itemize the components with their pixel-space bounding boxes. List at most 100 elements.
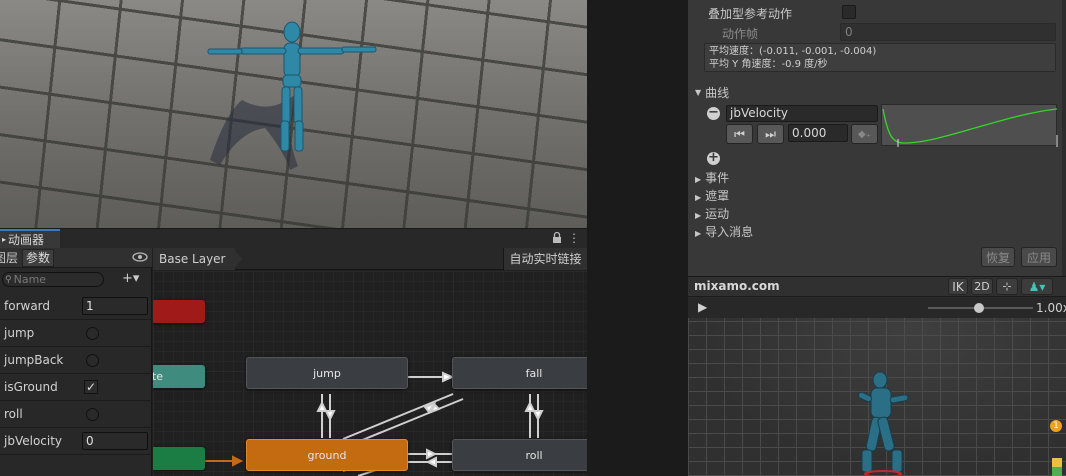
search-row: ⚲ Name +▾: [0, 269, 152, 291]
parameter-float-field[interactable]: 1: [82, 297, 148, 315]
parameter-float-field[interactable]: 0: [82, 432, 148, 450]
trigger-radio[interactable]: [86, 326, 99, 340]
parameter-row-jump[interactable]: jump: [0, 320, 152, 347]
add-curve-icon[interactable]: +: [707, 151, 720, 165]
2d-toggle[interactable]: 2D: [971, 278, 993, 295]
avg-angular-velocity-text: 平均 Y 角速度：-0.9 度/秒: [709, 59, 828, 70]
scene-view[interactable]: [0, 0, 587, 228]
parameter-name: jump: [4, 326, 35, 340]
add-key-button[interactable]: ◆₊: [851, 124, 878, 144]
graph-toolbar: Base Layer 自动实时链接: [153, 248, 587, 270]
empty-panel-strip: [587, 0, 688, 476]
events-label: 事件: [705, 171, 730, 185]
character-model: [207, 21, 377, 152]
motion-label: 运动: [705, 207, 730, 221]
parameter-row-roll[interactable]: roll: [0, 401, 152, 428]
preview-title: mixamo.com: [694, 279, 780, 293]
parameter-name: roll: [4, 407, 23, 421]
foldout-closed-icon: ▶: [695, 229, 702, 238]
search-input[interactable]: Name: [14, 273, 46, 286]
pivot-icon[interactable]: ⊹: [996, 278, 1018, 295]
parameter-name: jbVelocity: [4, 434, 63, 448]
inspector-scrollbar[interactable]: [1062, 0, 1066, 276]
revert-button[interactable]: 恢复: [981, 247, 1015, 267]
parameter-row-jbvelocity[interactable]: jbVelocity 0: [0, 428, 152, 455]
animator-tab-icon: ▸: [2, 235, 7, 244]
parameter-list: forward 1 jump jumpBack isGround ✓ roll …: [0, 293, 152, 455]
foldout-closed-icon: ▶: [695, 211, 702, 220]
entry-state-node[interactable]: [153, 447, 205, 470]
state-node-fall[interactable]: fall: [452, 357, 587, 389]
kebab-menu-icon[interactable]: ⋮: [568, 230, 580, 246]
add-key-icon: ◆₊: [858, 128, 871, 140]
animator-tab[interactable]: ▸ 动画器: [0, 229, 60, 248]
curve-name-field[interactable]: jbVelocity: [726, 105, 878, 122]
breadcrumb-arrow-icon: [233, 248, 242, 270]
import-messages-label: 导入消息: [705, 225, 754, 239]
parameter-row-forward[interactable]: forward 1: [0, 293, 152, 320]
bool-checkbox[interactable]: ✓: [84, 380, 98, 394]
mask-foldout[interactable]: ▶ 遮罩: [695, 187, 729, 204]
foldout-open-icon: ▼: [695, 88, 702, 97]
previous-key-icon: ⏮: [734, 126, 745, 141]
exit-state-node[interactable]: [153, 300, 205, 323]
next-key-button[interactable]: ⏭: [757, 124, 784, 144]
state-label: fall: [525, 366, 543, 380]
breadcrumb[interactable]: Base Layer: [153, 248, 235, 270]
state-label: jump: [313, 366, 341, 380]
eye-icon[interactable]: [132, 250, 148, 264]
parameter-name: forward: [4, 299, 51, 313]
state-node-roll[interactable]: roll: [452, 439, 587, 471]
parameter-row-jumpback[interactable]: jumpBack: [0, 347, 152, 374]
additive-ref-pose-label: 叠加型参考动作: [708, 7, 793, 21]
tab-parameters[interactable]: 参数: [22, 249, 54, 267]
parameter-name: jumpBack: [4, 353, 64, 367]
color-indicator-icon: [1052, 458, 1062, 476]
ik-toggle[interactable]: IK: [948, 278, 968, 295]
import-messages-foldout[interactable]: ▶ 导入消息: [695, 223, 753, 240]
trigger-radio[interactable]: [86, 407, 99, 421]
any-state-label: te: [153, 370, 163, 383]
additive-ref-pose-checkbox[interactable]: [842, 5, 856, 19]
events-foldout[interactable]: ▶ 事件: [695, 169, 729, 186]
animator-title-bar: ▸ 动画器 ⋮: [0, 229, 587, 248]
preview-viewport[interactable]: 1: [688, 318, 1066, 476]
curves-label: 曲线: [705, 86, 730, 100]
state-node-ground[interactable]: ground: [246, 439, 408, 471]
animator-window: ▸ 动画器 ⋮ 图层 参数 ⚲ Name +▾ forward 1 jump j…: [0, 229, 587, 476]
auto-live-link-button[interactable]: 自动实时链接: [503, 248, 587, 270]
state-machine-graph[interactable]: te jump fall ground roll: [153, 271, 587, 476]
remove-curve-icon[interactable]: −: [707, 106, 720, 120]
tab-layers[interactable]: 图层: [0, 249, 20, 267]
motion-foldout[interactable]: ▶ 运动: [695, 205, 729, 222]
animator-tab-label: 动画器: [8, 233, 45, 247]
ref-frame-field[interactable]: 0: [840, 23, 1056, 41]
layers-params-tabs: 图层 参数: [0, 248, 152, 268]
avatar-select-icon[interactable]: ♟▾: [1021, 278, 1053, 295]
state-node-jump[interactable]: jump: [246, 357, 408, 389]
curves-foldout[interactable]: ▼ 曲线: [695, 84, 729, 101]
preview-character: [857, 371, 909, 476]
foldout-closed-icon: ▶: [695, 175, 702, 184]
parameter-name: isGround: [4, 380, 58, 394]
curve-preview[interactable]: [881, 104, 1058, 147]
next-key-icon: ⏭: [765, 126, 776, 141]
apply-button[interactable]: 应用: [1021, 247, 1057, 267]
trigger-radio[interactable]: [86, 353, 99, 367]
state-label: roll: [525, 448, 543, 462]
parameters-panel: 图层 参数 ⚲ Name +▾ forward 1 jump jumpBack …: [0, 248, 152, 476]
add-parameter-button[interactable]: +▾: [122, 271, 148, 287]
search-field[interactable]: ⚲ Name: [2, 272, 104, 287]
lock-icon[interactable]: [551, 231, 563, 245]
search-icon: ⚲: [5, 274, 12, 285]
notification-badge: 1: [1050, 420, 1062, 432]
play-icon[interactable]: ▶: [698, 300, 707, 314]
preview-header: mixamo.com IK 2D ⊹ ♟▾: [688, 277, 1066, 297]
parameter-row-isground[interactable]: isGround ✓: [0, 374, 152, 401]
speed-slider-thumb[interactable]: [974, 303, 984, 313]
previous-key-button[interactable]: ⏮: [726, 124, 753, 144]
curve-value-field[interactable]: 0.000: [788, 124, 848, 142]
any-state-node[interactable]: te: [153, 365, 205, 388]
foldout-closed-icon: ▶: [695, 193, 702, 202]
inspector-panel: 叠加型参考动作 动作帧 0 平均速度：(-0.011, -0.001, -0.0…: [688, 0, 1066, 276]
